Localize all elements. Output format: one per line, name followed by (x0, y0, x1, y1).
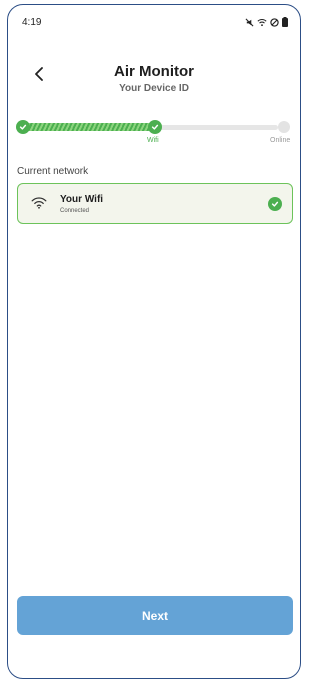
progress-track (158, 125, 278, 130)
phone-frame: 4:19 Air Monitor Your Device ID Wifi Onl… (7, 4, 301, 679)
page-title: Air Monitor (114, 63, 194, 80)
step-1-complete (16, 120, 30, 134)
setup-progress: Wifi Online (8, 117, 300, 153)
network-name: Your Wifi (60, 194, 104, 205)
next-button[interactable]: Next (17, 596, 293, 635)
connected-check-icon (268, 197, 282, 211)
page-subtitle: Your Device ID (119, 83, 189, 94)
wifi-icon (31, 196, 47, 214)
network-status: Connected (60, 208, 90, 214)
dnd-icon (270, 17, 279, 27)
mute-icon (245, 18, 254, 27)
battery-icon (282, 17, 288, 27)
step-2-complete (148, 120, 162, 134)
current-network-label: Current network (17, 166, 89, 177)
step-label-wifi: Wifi (147, 137, 159, 144)
step-label-online: Online (270, 137, 291, 144)
status-icons (245, 17, 288, 27)
status-bar: 4:19 (8, 5, 300, 45)
wifi-status-icon (257, 18, 267, 27)
status-time: 4:19 (22, 16, 42, 28)
step-3-pending (278, 121, 290, 133)
progress-fill (22, 123, 157, 131)
check-icon (151, 118, 159, 136)
check-icon (19, 118, 27, 136)
header: Air Monitor Your Device ID (8, 63, 300, 103)
network-card[interactable]: Your Wifi Connected (17, 183, 293, 224)
